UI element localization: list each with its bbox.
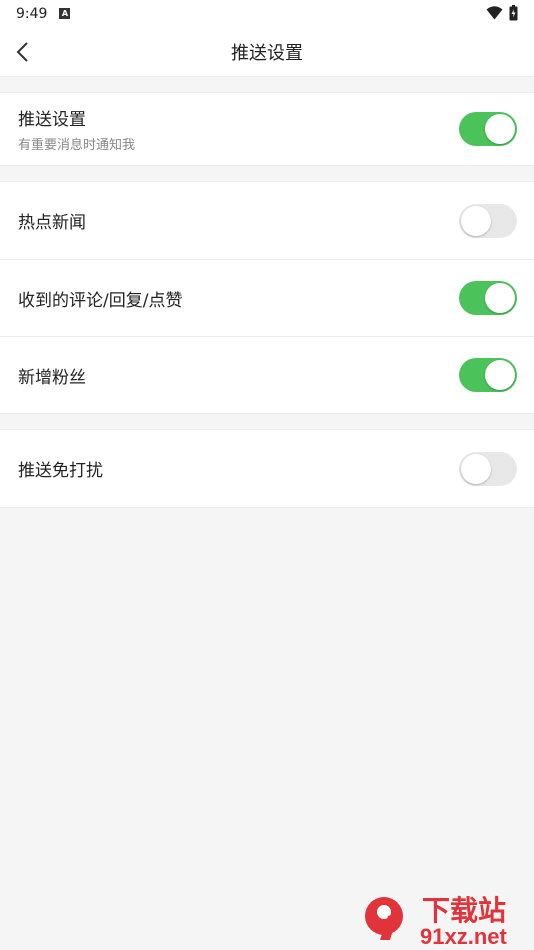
setting-label: 新增粉丝 xyxy=(18,367,86,388)
a-icon: A xyxy=(59,8,71,19)
back-arrow-icon[interactable] xyxy=(12,40,36,64)
status-bar: 9:49 A xyxy=(0,0,534,27)
watermark-brand: 下载站 xyxy=(422,895,506,926)
wifi-icon xyxy=(486,6,503,20)
setting-row-push: 推送设置 有重要消息时通知我 xyxy=(0,93,534,165)
battery-icon xyxy=(509,5,518,21)
new-fans-toggle[interactable] xyxy=(459,358,517,392)
setting-label: 热点新闻 xyxy=(18,213,86,233)
setting-row-new-fans: 新增粉丝 xyxy=(0,336,534,413)
push-toggle[interactable] xyxy=(459,112,517,146)
comments-toggle[interactable] xyxy=(459,281,517,315)
setting-row-hot-news: 热点新闻 xyxy=(0,182,534,259)
watermark-url: 91xz.net xyxy=(420,924,507,948)
header: 推送设置 xyxy=(0,27,534,77)
setting-row-comments: 收到的评论/回复/点赞 xyxy=(0,259,534,336)
setting-sublabel: 有重要消息时通知我 xyxy=(18,138,136,153)
setting-row-dnd: 推送免打扰 xyxy=(0,430,534,507)
hot-news-toggle[interactable] xyxy=(459,203,517,238)
status-icons xyxy=(486,5,518,21)
setting-label: 推送免打扰 xyxy=(18,461,103,481)
settings-group-types: 热点新闻 收到的评论/回复/点赞 新增粉丝 xyxy=(0,181,534,414)
page-title: 推送设置 xyxy=(231,42,303,64)
settings-group-main: 推送设置 有重要消息时通知我 xyxy=(0,92,534,166)
watermark-logo: 下载站 91xz.net xyxy=(365,895,507,948)
settings-group-dnd: 推送免打扰 xyxy=(0,429,534,508)
setting-label: 收到的评论/回复/点赞 xyxy=(18,290,183,311)
setting-label: 推送设置 xyxy=(18,110,86,130)
setting-text: 推送设置 有重要消息时通知我 xyxy=(18,105,135,153)
status-time: 9:49 xyxy=(16,5,48,22)
dnd-toggle[interactable] xyxy=(459,451,517,486)
